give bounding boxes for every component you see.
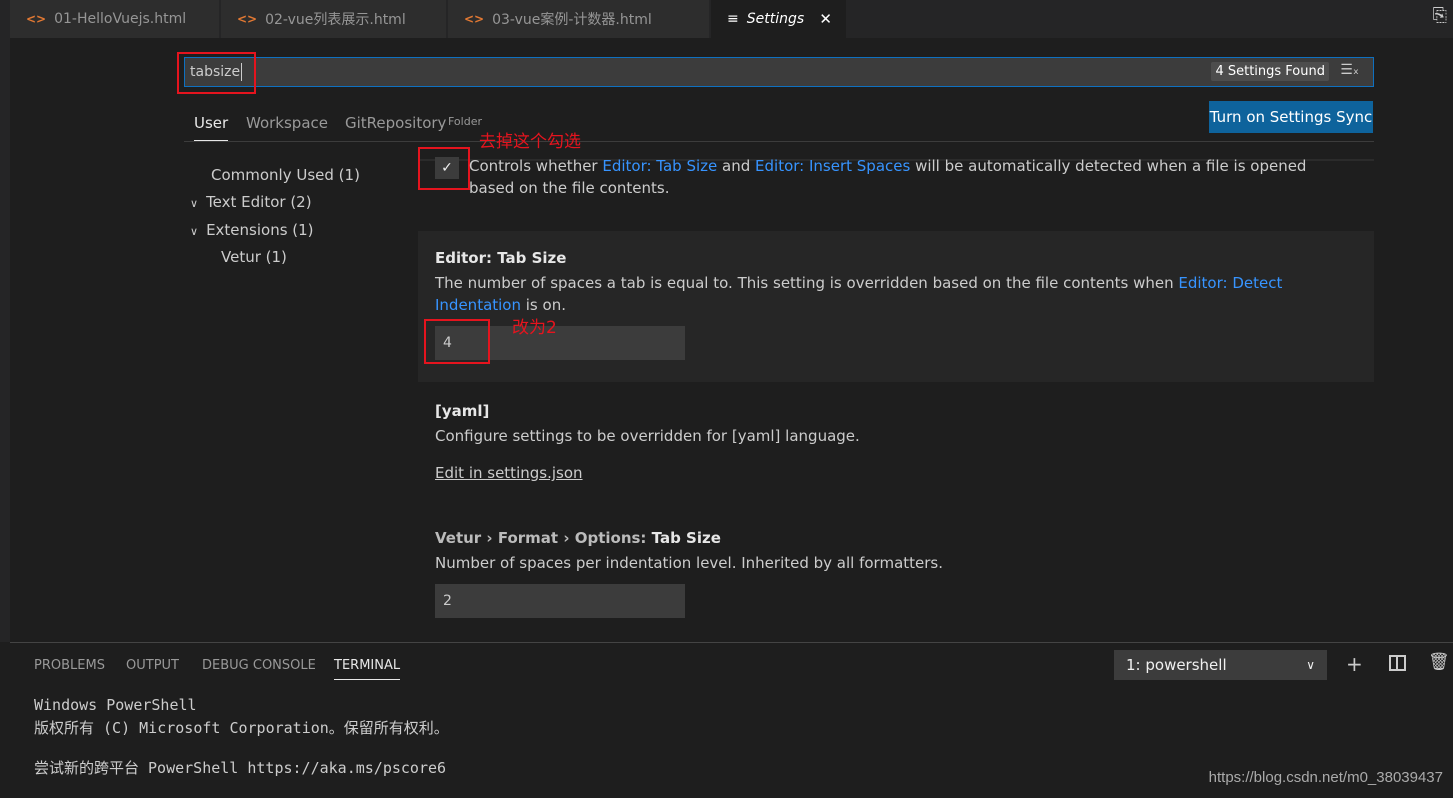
close-icon[interactable]: ✕ [819,10,832,28]
tab-size-description: The number of spaces a tab is equal to. … [435,274,1283,314]
tab-label: 01-HelloVuejs.html [54,11,187,27]
toc-text-editor[interactable]: ∨ Text Editor (2) [190,193,312,211]
toc-commonly-used[interactable]: Commonly Used (1) [211,166,360,184]
terminal-line: 尝试新的跨平台 PowerShell https://aka.ms/pscore… [34,759,447,777]
terminal-line: Windows PowerShell [34,696,197,714]
settings-list-icon: ≡ [727,11,739,27]
editor-tab-bar: <> 01-HelloVuejs.html <> 02-vue列表展示.html <… [10,0,1453,38]
settings-search-input[interactable]: tabsize 4 Settings Found ☰ₓ [184,57,1374,87]
terminal-line: 版权所有 (C) Microsoft Corporation。保留所有权利。 [34,719,449,737]
yaml-title: [yaml] [435,402,490,420]
activity-strip [0,0,10,642]
scope-user-tab[interactable]: User [194,114,229,141]
panel-tab-debug-console[interactable]: DEBUG CONSOLE [202,658,316,673]
tab-settings[interactable]: ≡ Settings ✕ [711,0,847,38]
open-settings-json-icon[interactable]: ⎘ [1433,5,1447,26]
toc-vetur[interactable]: Vetur (1) [221,248,287,266]
scope-workspace-tab[interactable]: Workspace [246,114,328,132]
tab-size-title: Editor: Tab Size [435,249,567,267]
new-terminal-plus-icon[interactable]: + [1346,652,1363,676]
annotation-uncheck: 去掉这个勾选 [479,132,581,152]
clear-filter-icon[interactable]: ☰ₓ [1340,62,1359,78]
tab-vue-counter[interactable]: <> 03-vue案例-计数器.html [448,0,710,38]
annotation-change: 改为2 [512,318,557,338]
tab-label: Settings [746,11,805,27]
toc-extensions[interactable]: ∨ Extensions (1) [190,221,314,239]
tab-label: 02-vue列表展示.html [265,12,406,28]
html-icon: <> [237,12,258,26]
annotation-box-checkbox [418,147,470,190]
scope-folder-tab[interactable]: GitRepository [345,114,446,132]
annotation-box-input [424,319,490,364]
insert-spaces-link[interactable]: Editor: Insert Spaces [755,157,910,175]
turn-on-settings-sync-button[interactable]: Turn on Settings Sync [1209,101,1373,133]
yaml-description: Configure settings to be overridden for … [435,427,860,445]
settings-found-badge: 4 Settings Found [1211,62,1329,81]
trash-icon[interactable]: 🗑 [1428,652,1450,672]
tab-hellovuejs[interactable]: <> 01-HelloVuejs.html [10,0,220,38]
toc-label: Text Editor (2) [206,193,312,211]
chevron-down-icon: ∨ [190,225,199,238]
tab-vue-list[interactable]: <> 02-vue列表展示.html [221,0,447,38]
edit-in-settings-json-link[interactable]: Edit in settings.json [435,462,583,484]
html-icon: <> [26,12,47,26]
panel-tab-problems[interactable]: PROBLEMS [34,658,105,673]
html-icon: <> [464,12,485,26]
tab-label: 03-vue案例-计数器.html [492,12,652,28]
split-terminal-icon[interactable] [1389,655,1406,671]
panel-tab-terminal[interactable]: TERMINAL [334,658,401,680]
vetur-tab-size-description: Number of spaces per indentation level. … [435,554,944,572]
terminal-select[interactable]: 1: powershell ∨ [1114,650,1327,680]
chevron-down-icon: ∨ [1306,658,1315,672]
toc-label: Extensions (1) [206,221,314,239]
tab-size-link[interactable]: Editor: Tab Size [602,157,717,175]
panel-tab-output[interactable]: OUTPUT [126,658,179,673]
divider [184,141,1374,142]
vetur-tab-size-input[interactable]: 2 [435,584,685,618]
scope-folder-label: Folder [448,115,482,128]
vetur-tab-size-title: Vetur › Format › Options: Tab Size [435,529,721,547]
annotation-box-search [177,52,256,94]
detect-indentation-description: Controls whether Editor: Tab Size and Ed… [469,157,1307,197]
chevron-down-icon: ∨ [190,197,199,210]
terminal-select-value: 1: powershell [1126,656,1227,674]
watermark: https://blog.csdn.net/m0_38039437 [1208,769,1443,786]
